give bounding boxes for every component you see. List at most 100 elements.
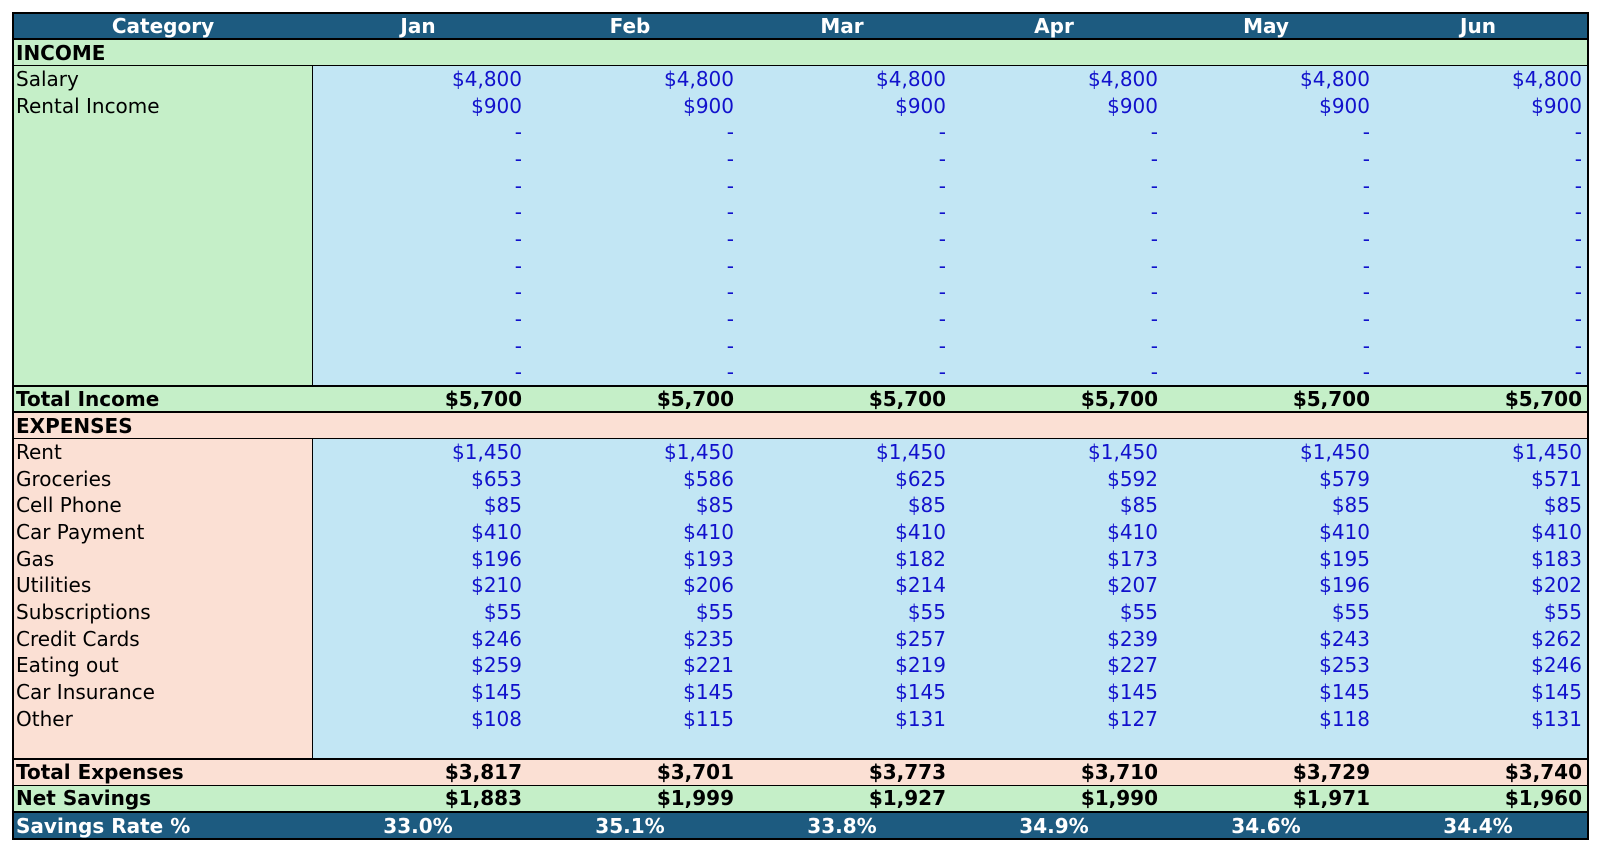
- amount-cell[interactable]: $4,800: [1160, 65, 1372, 93]
- amount-cell[interactable]: -: [1372, 278, 1584, 306]
- amount-cell[interactable]: -: [524, 252, 736, 279]
- income-category-cell[interactable]: [13, 118, 313, 146]
- amount-cell[interactable]: [312, 732, 524, 759]
- amount-cell[interactable]: $1,450: [948, 438, 1160, 466]
- amount-cell[interactable]: $900: [1160, 92, 1372, 119]
- income-category-cell[interactable]: [13, 198, 313, 226]
- expense-category-cell[interactable]: Car Insurance: [13, 678, 313, 706]
- amount-cell[interactable]: $182: [736, 545, 948, 573]
- amount-cell[interactable]: $85: [1160, 492, 1372, 519]
- amount-cell[interactable]: $55: [736, 598, 948, 626]
- amount-cell[interactable]: $206: [524, 572, 736, 599]
- amount-cell[interactable]: $1,450: [1372, 438, 1584, 466]
- income-category-cell[interactable]: Rental Income: [13, 92, 313, 119]
- amount-cell[interactable]: -: [312, 278, 524, 306]
- amount-cell[interactable]: -: [524, 198, 736, 226]
- income-category-cell[interactable]: [13, 358, 313, 386]
- amount-cell[interactable]: -: [736, 332, 948, 359]
- amount-cell[interactable]: $127: [948, 705, 1160, 733]
- amount-cell[interactable]: -: [312, 332, 524, 359]
- amount-cell[interactable]: [1372, 732, 1584, 759]
- amount-cell[interactable]: $4,800: [524, 65, 736, 93]
- amount-cell[interactable]: -: [948, 225, 1160, 253]
- amount-cell[interactable]: $196: [312, 545, 524, 573]
- amount-cell[interactable]: -: [736, 358, 948, 386]
- expense-category-cell[interactable]: Rent: [13, 438, 313, 466]
- amount-cell[interactable]: -: [524, 145, 736, 173]
- amount-cell[interactable]: [948, 732, 1160, 759]
- amount-cell[interactable]: $214: [736, 572, 948, 599]
- amount-cell[interactable]: $183: [1372, 545, 1584, 573]
- amount-cell[interactable]: -: [312, 358, 524, 386]
- amount-cell[interactable]: -: [1372, 358, 1584, 386]
- amount-cell[interactable]: -: [736, 198, 948, 226]
- amount-cell[interactable]: $207: [948, 572, 1160, 599]
- amount-cell[interactable]: $239: [948, 625, 1160, 653]
- amount-cell[interactable]: $4,800: [736, 65, 948, 93]
- amount-cell[interactable]: $145: [948, 678, 1160, 706]
- amount-cell[interactable]: $900: [524, 92, 736, 119]
- amount-cell[interactable]: -: [736, 278, 948, 306]
- amount-cell[interactable]: -: [948, 198, 1160, 226]
- amount-cell[interactable]: $653: [312, 465, 524, 493]
- income-category-cell[interactable]: Salary: [13, 65, 313, 93]
- column-header-month[interactable]: Feb: [524, 13, 736, 40]
- amount-cell[interactable]: $195: [1160, 545, 1372, 573]
- expense-category-cell[interactable]: Other: [13, 705, 313, 733]
- amount-cell[interactable]: $410: [1372, 518, 1584, 546]
- amount-cell[interactable]: -: [1160, 252, 1372, 279]
- amount-cell[interactable]: -: [524, 172, 736, 199]
- amount-cell[interactable]: -: [524, 225, 736, 253]
- amount-cell[interactable]: -: [524, 278, 736, 306]
- amount-cell[interactable]: -: [1160, 278, 1372, 306]
- amount-cell[interactable]: -: [524, 305, 736, 333]
- amount-cell[interactable]: -: [1160, 118, 1372, 146]
- amount-cell[interactable]: $145: [736, 678, 948, 706]
- amount-cell[interactable]: $410: [1160, 518, 1372, 546]
- amount-cell[interactable]: $900: [948, 92, 1160, 119]
- expense-category-cell[interactable]: Gas: [13, 545, 313, 573]
- amount-cell[interactable]: $202: [1372, 572, 1584, 599]
- amount-cell[interactable]: $579: [1160, 465, 1372, 493]
- expense-category-cell[interactable]: Cell Phone: [13, 492, 313, 519]
- amount-cell[interactable]: [736, 732, 948, 759]
- column-header-month[interactable]: Mar: [736, 13, 948, 40]
- amount-cell[interactable]: -: [948, 358, 1160, 386]
- amount-cell[interactable]: -: [524, 332, 736, 359]
- amount-cell[interactable]: $196: [1160, 572, 1372, 599]
- amount-cell[interactable]: $625: [736, 465, 948, 493]
- amount-cell[interactable]: $1,450: [736, 438, 948, 466]
- amount-cell[interactable]: $243: [1160, 625, 1372, 653]
- expense-category-cell[interactable]: Credit Cards: [13, 625, 313, 653]
- amount-cell[interactable]: $115: [524, 705, 736, 733]
- amount-cell[interactable]: -: [1160, 305, 1372, 333]
- amount-cell[interactable]: $85: [1372, 492, 1584, 519]
- expense-category-cell[interactable]: Eating out: [13, 652, 313, 679]
- amount-cell[interactable]: $55: [1372, 598, 1584, 626]
- amount-cell[interactable]: -: [1160, 172, 1372, 199]
- amount-cell[interactable]: -: [312, 118, 524, 146]
- amount-cell[interactable]: -: [312, 305, 524, 333]
- column-header-month[interactable]: Apr: [948, 13, 1160, 40]
- amount-cell[interactable]: -: [948, 145, 1160, 173]
- amount-cell[interactable]: $1,450: [312, 438, 524, 466]
- amount-cell[interactable]: -: [948, 118, 1160, 146]
- amount-cell[interactable]: $410: [948, 518, 1160, 546]
- amount-cell[interactable]: $253: [1160, 652, 1372, 679]
- amount-cell[interactable]: -: [524, 118, 736, 146]
- amount-cell[interactable]: $227: [948, 652, 1160, 679]
- amount-cell[interactable]: $145: [524, 678, 736, 706]
- column-header-category[interactable]: Category: [13, 13, 312, 40]
- amount-cell[interactable]: -: [948, 332, 1160, 359]
- amount-cell[interactable]: $145: [1372, 678, 1584, 706]
- amount-cell[interactable]: $55: [312, 598, 524, 626]
- amount-cell[interactable]: $193: [524, 545, 736, 573]
- income-category-cell[interactable]: [13, 332, 313, 359]
- amount-cell[interactable]: -: [736, 252, 948, 279]
- amount-cell[interactable]: -: [736, 172, 948, 199]
- amount-cell[interactable]: -: [1160, 225, 1372, 253]
- amount-cell[interactable]: -: [312, 145, 524, 173]
- amount-cell[interactable]: -: [312, 198, 524, 226]
- income-category-cell[interactable]: [13, 278, 313, 306]
- amount-cell[interactable]: -: [948, 278, 1160, 306]
